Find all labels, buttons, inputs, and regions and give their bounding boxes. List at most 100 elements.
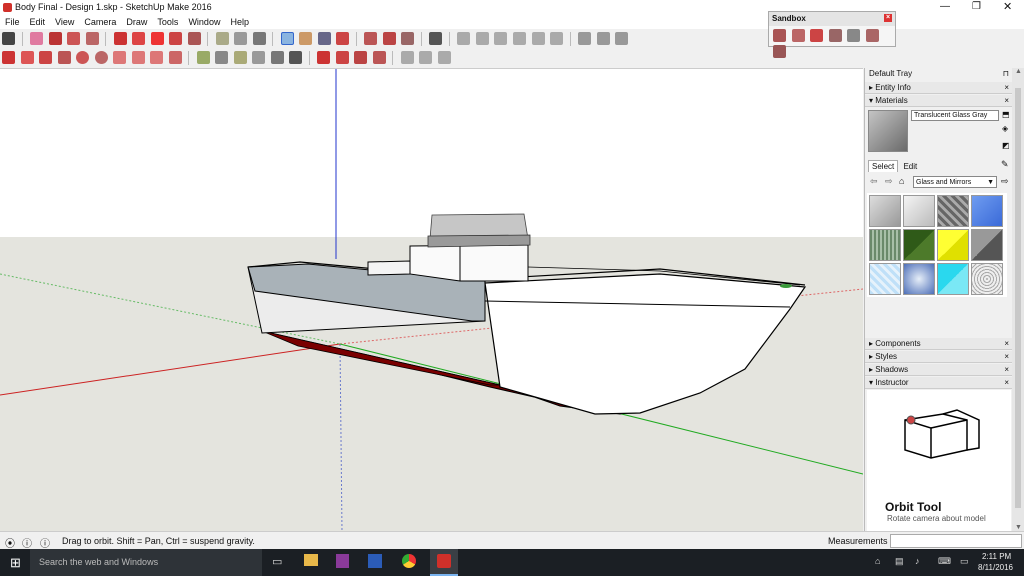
top-view-icon[interactable] (475, 32, 489, 45)
model-canvas[interactable] (0, 69, 863, 531)
close-icon[interactable]: ✕ (1003, 0, 1012, 13)
tab-edit[interactable]: Edit (900, 161, 920, 172)
text-label-icon[interactable] (252, 51, 266, 64)
menu-help[interactable]: Help (225, 16, 254, 28)
create-material-icon[interactable]: ◈ (1002, 124, 1008, 133)
credits-icon[interactable]: ⓘ (22, 535, 32, 550)
paint-bucket-icon[interactable] (252, 32, 266, 45)
menu-draw[interactable]: Draw (121, 16, 152, 28)
intersect-icon[interactable] (354, 51, 368, 64)
outer-shell-icon[interactable] (372, 51, 386, 64)
forward-arrow-icon[interactable]: ⇨ (885, 176, 893, 187)
sandbox-close-icon[interactable]: × (884, 14, 892, 22)
volume-icon[interactable]: ♪ (915, 556, 920, 566)
stamp-tool-icon[interactable] (828, 29, 842, 42)
dimension-tool-icon[interactable] (215, 51, 229, 64)
panel-shadows[interactable]: ▸ Shadows × (865, 364, 1013, 376)
entity-info-close-icon[interactable]: × (1004, 82, 1009, 94)
components-close-icon[interactable]: × (1004, 338, 1009, 350)
wireframe-style-icon[interactable] (615, 32, 629, 45)
minimize-icon[interactable]: — (940, 1, 950, 12)
swatch-glass-10[interactable] (903, 263, 935, 295)
swatch-glass-6[interactable] (903, 229, 935, 261)
right-view-icon[interactable] (512, 32, 526, 45)
people-icon[interactable]: ⌂ (875, 556, 880, 566)
left-view-icon[interactable] (550, 32, 564, 45)
iso-view-icon[interactable] (457, 32, 471, 45)
taskbar-search[interactable]: Search the web and Windows (30, 549, 262, 576)
menu-tools[interactable]: Tools (152, 16, 183, 28)
scroll-thumb[interactable] (1015, 88, 1021, 508)
section-cut-icon[interactable] (437, 51, 451, 64)
arc-center-icon[interactable] (168, 51, 182, 64)
measurements-input[interactable] (890, 534, 1022, 548)
axes-tool-icon[interactable] (270, 51, 284, 64)
menu-edit[interactable]: Edit (25, 16, 51, 28)
add-detail-icon[interactable] (865, 29, 879, 42)
xray-style-icon[interactable] (578, 32, 592, 45)
smoove-tool-icon[interactable] (810, 29, 824, 42)
eyedropper-icon[interactable]: ✎ (1001, 159, 1009, 170)
chrome-icon[interactable] (402, 554, 416, 568)
tape-tool-icon[interactable] (196, 51, 210, 64)
arc-2pt-icon[interactable] (113, 51, 127, 64)
drape-tool-icon[interactable] (847, 29, 861, 42)
material-name-field[interactable]: Translucent Glass Gray (911, 110, 999, 121)
eraser-tool-icon[interactable] (30, 32, 44, 45)
circle-tool-icon[interactable] (76, 51, 90, 64)
notification-icon[interactable]: ▭ (960, 556, 969, 567)
rotated-rectangle-icon[interactable] (57, 51, 71, 64)
rectangle-tool-icon[interactable] (39, 51, 53, 64)
tray-pin-icon[interactable]: ⊓ (1003, 68, 1009, 80)
follow-me-icon[interactable] (335, 51, 349, 64)
instructor-close-icon[interactable]: × (1004, 377, 1009, 389)
windows-start-icon[interactable]: ⊞ (10, 555, 21, 571)
panel-components[interactable]: ▸ Components × (865, 338, 1013, 350)
details-arrow-icon[interactable]: ⇨ (1001, 176, 1009, 187)
sandbox-from-contours-icon[interactable] (773, 29, 786, 42)
protractor-tool-icon[interactable] (233, 51, 247, 64)
tray-scrollbar[interactable]: ▲ ▼ (1012, 68, 1024, 531)
push-pull-tool-icon[interactable] (113, 32, 127, 45)
select-tool-icon[interactable] (2, 32, 15, 45)
help-icon[interactable]: ⓘ (40, 535, 50, 550)
scroll-down-icon[interactable]: ▼ (1015, 524, 1022, 531)
shape-tool-icon[interactable] (85, 32, 99, 45)
default-material-icon[interactable]: ◩ (1002, 141, 1010, 150)
panel-entity-info[interactable]: ▸ Entity Info × (865, 82, 1013, 94)
panel-styles[interactable]: ▸ Styles × (865, 351, 1013, 363)
onenote-icon[interactable] (336, 554, 349, 568)
menu-camera[interactable]: Camera (79, 16, 121, 28)
pie-tool-icon[interactable] (150, 51, 164, 64)
scroll-up-icon[interactable]: ▲ (1015, 68, 1022, 75)
pan-tool-icon[interactable] (299, 32, 313, 45)
share-model-icon[interactable] (401, 32, 415, 45)
camera-icon[interactable] (429, 32, 443, 45)
move-tool-icon[interactable] (132, 32, 146, 45)
maximize-icon[interactable]: ❐ (972, 1, 981, 12)
shadows-close-icon[interactable]: × (1004, 364, 1009, 376)
styles-close-icon[interactable]: × (1004, 351, 1009, 363)
section-display-icon[interactable] (419, 51, 433, 64)
orbit-tool-icon[interactable] (280, 32, 294, 45)
scale-tool-icon[interactable] (169, 32, 183, 45)
back-edges-style-icon[interactable] (596, 32, 610, 45)
word-icon[interactable] (368, 554, 382, 568)
network-icon[interactable]: ▤ (895, 556, 904, 567)
sandbox-from-scratch-icon[interactable] (791, 29, 805, 42)
swatch-glass-4[interactable] (971, 195, 1003, 227)
tab-select[interactable]: Select (868, 160, 899, 172)
menu-file[interactable]: File (0, 16, 25, 28)
zoom-extents-icon[interactable] (336, 32, 350, 45)
menu-view[interactable]: View (50, 16, 79, 28)
menu-window[interactable]: Window (183, 16, 225, 28)
swatch-glass-5[interactable] (869, 229, 901, 261)
clock-date[interactable]: 8/11/2016 (978, 563, 1013, 572)
swatch-glass-2[interactable] (903, 195, 935, 227)
3d-warehouse-icon[interactable] (364, 32, 378, 45)
flip-edge-icon[interactable] (773, 45, 786, 58)
section-plane-icon[interactable] (400, 51, 414, 64)
display-secondary-icon[interactable]: ⬒ (1002, 110, 1010, 119)
arc-tool-icon[interactable] (67, 32, 81, 45)
rotate-tool-icon[interactable] (150, 32, 164, 45)
